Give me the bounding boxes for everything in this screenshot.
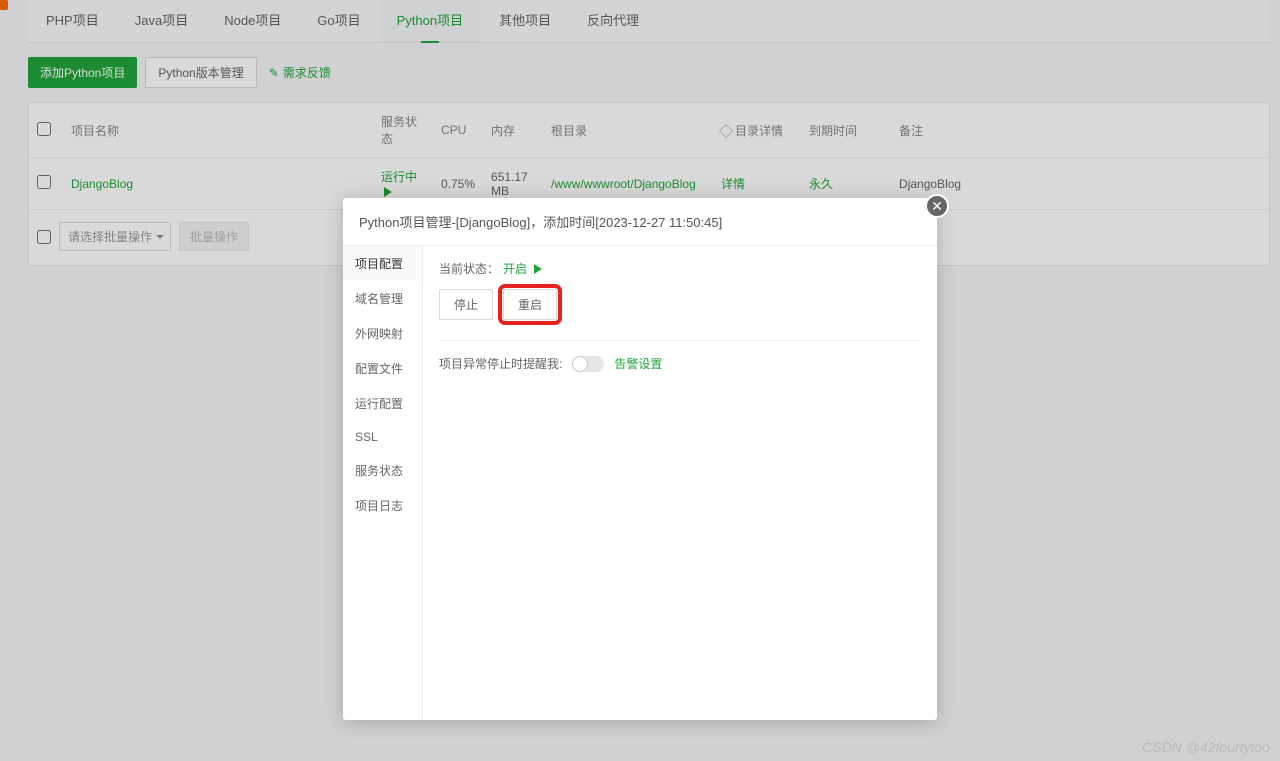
nav-run-config[interactable]: 运行配置 [343, 386, 422, 421]
nav-wan-mapping[interactable]: 外网映射 [343, 316, 422, 351]
status-label: 当前状态： [439, 260, 499, 277]
modal-overlay: ✕ Python项目管理-[DjangoBlog]，添加时间[2023-12-2… [0, 0, 1280, 761]
nav-project-config[interactable]: 项目配置 [343, 246, 422, 281]
nav-ssl[interactable]: SSL [343, 421, 422, 453]
nav-project-log[interactable]: 项目日志 [343, 488, 422, 523]
remind-toggle[interactable] [572, 356, 604, 372]
nav-service-status[interactable]: 服务状态 [343, 453, 422, 488]
modal-nav: 项目配置 域名管理 外网映射 配置文件 运行配置 SSL 服务状态 项目日志 [343, 246, 423, 720]
stop-button[interactable]: 停止 [439, 289, 493, 320]
modal-title: Python项目管理-[DjangoBlog]，添加时间[2023-12-27 … [343, 198, 937, 245]
restart-button[interactable]: 重启 [503, 289, 557, 320]
nav-domain[interactable]: 域名管理 [343, 281, 422, 316]
remind-label: 项目异常停止时提醒我: [439, 355, 562, 372]
status-value: 开启 [503, 260, 527, 277]
modal-content: 当前状态： 开启 停止 重启 项目异常停止时提醒我: 告警设置 [423, 246, 937, 720]
watermark: CSDN @42fourtytoo [1142, 739, 1270, 755]
nav-config-file[interactable]: 配置文件 [343, 351, 422, 386]
play-icon [534, 264, 542, 274]
project-manage-modal: ✕ Python项目管理-[DjangoBlog]，添加时间[2023-12-2… [343, 198, 937, 720]
alarm-settings-link[interactable]: 告警设置 [614, 355, 662, 372]
close-icon[interactable]: ✕ [925, 194, 949, 218]
